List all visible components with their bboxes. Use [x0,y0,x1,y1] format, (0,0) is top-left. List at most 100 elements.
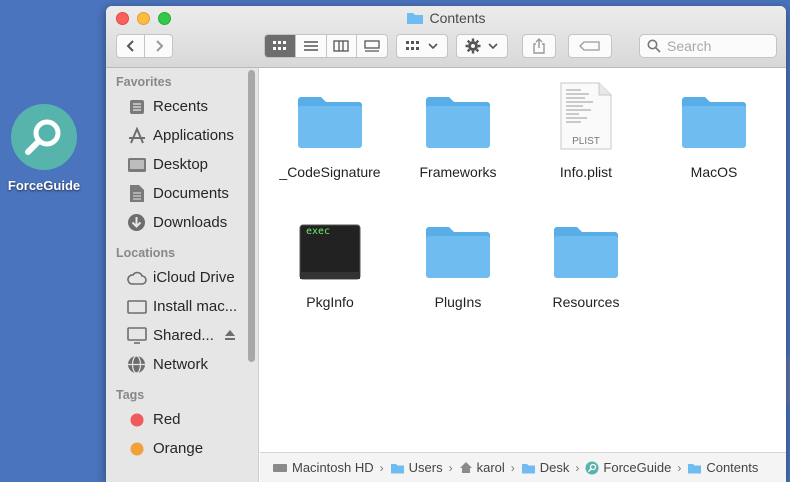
magnifier-icon [585,461,599,474]
path-item-contents[interactable]: Contents [687,460,758,475]
document-icon [126,183,147,204]
sidebar-item-tag-orange[interactable]: Orange [106,434,258,463]
path-item-users[interactable]: Users [390,460,443,475]
path-item-label: karol [476,460,505,475]
sidebar-item-applications[interactable]: Applications [106,121,258,150]
path-item-desktop[interactable]: Desk [521,460,570,475]
cloud-icon [126,267,147,288]
sidebar-item-label: Recents [153,98,209,115]
chevron-right-icon [155,40,163,52]
file-item[interactable]: MacOS [650,82,778,180]
sidebar-item-downloads[interactable]: Downloads [106,208,258,237]
path-item-label: ForceGuide [603,460,672,475]
sidebar-item-desktop[interactable]: Desktop [106,150,258,179]
path-item-label: Desk [539,460,570,475]
hard-drive-icon [273,463,287,472]
share-icon [533,38,545,54]
file-item[interactable]: Resources [522,212,650,310]
path-bar: Macintosh HD › Users › karol › Desk › Fo… [260,452,786,482]
terminal-exec-icon: exec [266,212,394,280]
tag-icon [579,41,600,51]
sidebar-item-network[interactable]: Network [106,350,258,379]
list-icon [303,41,318,51]
path-item-home[interactable]: karol [459,460,505,475]
gear-icon [465,38,481,54]
forward-button[interactable] [145,34,173,58]
gallery-icon [364,40,380,52]
path-item-label: Contents [706,460,759,475]
titlebar: Contents [106,6,786,68]
sidebar-item-label: Shared... [153,327,214,344]
file-name: PlugIns [434,294,482,310]
grid-icon [272,41,286,50]
path-item-label: Users [408,460,443,475]
file-item[interactable]: PlugIns [394,212,522,310]
sidebar: Favorites Recents Applications Desktop D… [106,68,259,482]
desktop-app-icon[interactable]: ForceGuide [0,104,88,193]
action-menu-button[interactable] [456,34,508,58]
sidebar-item-install-mac[interactable]: Install mac... [106,292,258,321]
gallery-view-button[interactable] [357,35,387,57]
tag-dot-icon [126,438,147,459]
sidebar-heading-tags: Tags [116,388,145,402]
file-item[interactable]: _CodeSignature [266,82,394,180]
path-separator: › [510,460,515,475]
sidebar-item-documents[interactable]: Documents [106,179,258,208]
view-mode-group [264,34,388,58]
sidebar-heading-favorites: Favorites [116,75,172,89]
eject-icon[interactable] [224,329,236,341]
file-name: _CodeSignature [279,164,381,180]
path-item-label: Macintosh HD [292,460,374,475]
search-field[interactable] [639,34,777,58]
search-icon [647,39,661,53]
column-view-button[interactable] [327,35,358,57]
search-input[interactable] [667,38,767,54]
columns-icon [333,40,350,52]
globe-icon [126,354,147,375]
path-separator: › [677,460,682,475]
sidebar-item-label: Orange [153,440,204,457]
sidebar-item-label: Documents [153,185,229,202]
file-name: Resources [552,294,620,310]
sidebar-item-recents[interactable]: Recents [106,92,258,121]
folder-icon [521,463,535,473]
file-name: MacOS [690,164,738,180]
folder-icon [688,463,702,473]
tags-button[interactable] [568,34,612,58]
desktop-icon [126,154,147,175]
sidebar-item-shared[interactable]: Shared... [106,321,258,350]
path-separator: › [448,460,453,475]
file-grid: _CodeSignature Frameworks PLIST Info.pli… [260,68,786,452]
folder-icon [650,82,778,150]
file-item[interactable]: Frameworks [394,82,522,180]
window-title: Contents [106,10,786,26]
sidebar-item-label: Red [153,411,181,428]
sidebar-item-icloud-drive[interactable]: iCloud Drive [106,263,258,292]
folder-icon [266,82,394,150]
sidebar-item-label: Applications [153,127,234,144]
home-icon [459,462,472,473]
path-item-macintosh-hd[interactable]: Macintosh HD [272,460,374,475]
download-icon [126,212,147,233]
sidebar-item-label: Install mac... [153,298,238,315]
desktop-icon-label: ForceGuide [7,178,81,193]
sidebar-item-tag-red[interactable]: Red [106,405,258,434]
sidebar-heading-locations: Locations [116,246,176,260]
file-item[interactable]: PLIST Info.plist [522,82,650,180]
chevron-down-icon [428,43,438,50]
back-button[interactable] [116,34,145,58]
folder-icon [407,13,424,24]
file-item[interactable]: exec PkgInfo [266,212,394,310]
path-separator: › [379,460,384,475]
list-view-button[interactable] [296,35,327,57]
window-title-text: Contents [429,10,486,26]
sidebar-item-label: Downloads [153,214,228,231]
share-button[interactable] [522,34,556,58]
finder-window: Contents Search Favorites Recents Applic… [106,6,786,482]
chevron-down-icon [488,43,498,50]
tag-dot-icon [126,409,147,430]
icon-view-button[interactable] [265,35,296,57]
group-by-button[interactable] [396,34,448,58]
exec-badge: exec [306,226,331,237]
path-item-forceguide[interactable]: ForceGuide [585,460,671,475]
